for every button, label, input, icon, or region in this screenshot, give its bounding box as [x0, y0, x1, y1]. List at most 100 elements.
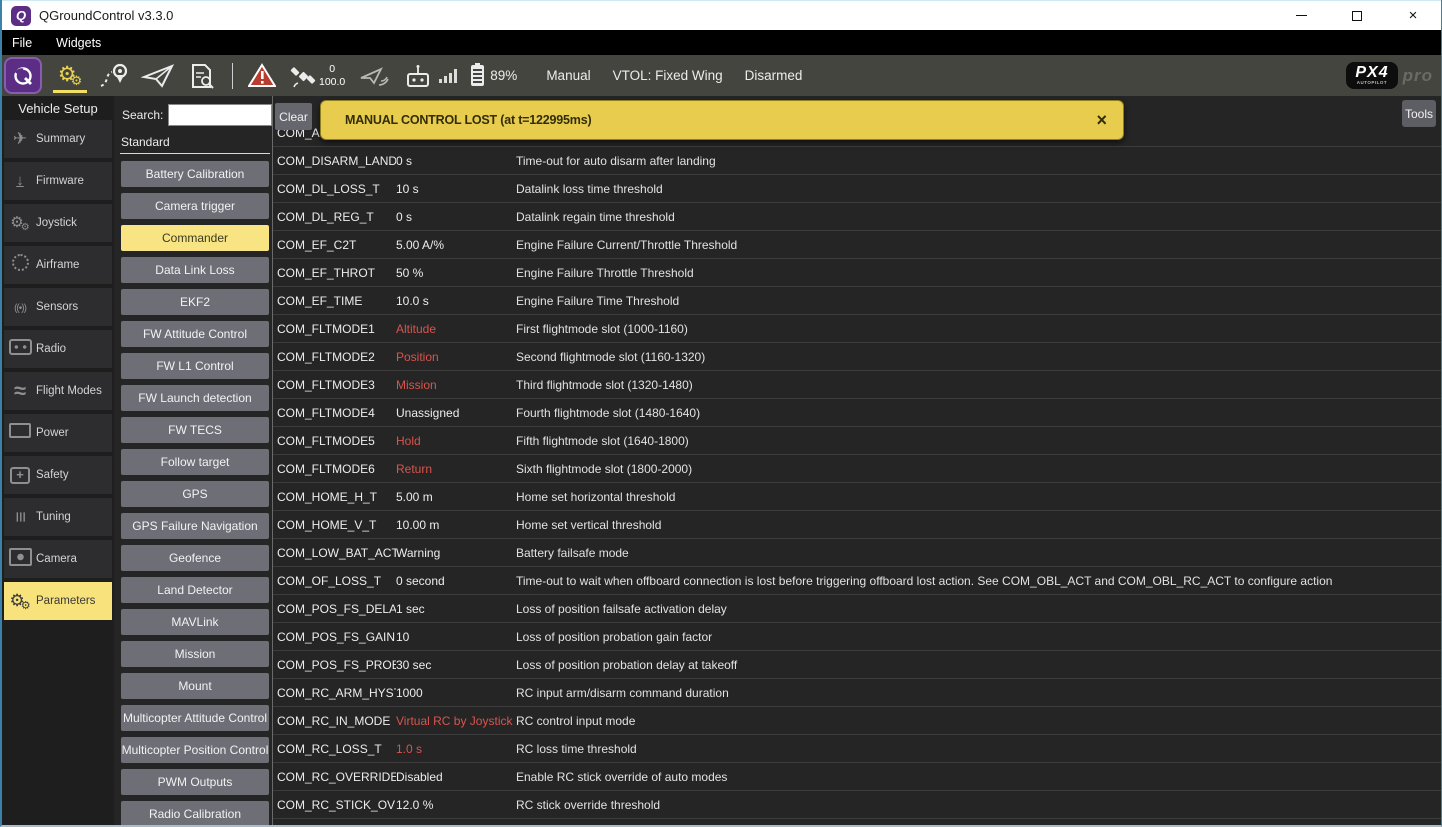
px4-brand: PX4 AUTOPILOT pro — [1346, 61, 1433, 90]
parameter-group-button[interactable]: GPS Failure Navigation — [121, 513, 269, 539]
plan-view-button[interactable] — [92, 55, 136, 96]
table-row[interactable]: COM_DISARM_LAND 0 s Time-out for auto di… — [273, 147, 1441, 175]
table-row[interactable]: COM_RC_STICK_OV 12.0 % RC stick override… — [273, 791, 1441, 819]
qgc-logo-icon — [14, 66, 32, 85]
param-description: Loss of position probation gain factor — [516, 629, 713, 644]
param-value: 1 sec — [396, 601, 425, 616]
menu-file[interactable]: File — [12, 36, 32, 50]
telemetry-rssi-indicator[interactable] — [359, 65, 391, 87]
sidebar-item[interactable]: Tuning — [4, 498, 112, 536]
paper-plane-icon — [141, 63, 175, 88]
rc-rssi-indicator[interactable] — [405, 64, 458, 88]
setup-view-button[interactable]: ⚙⚙ — [48, 55, 92, 96]
qgc-home-button[interactable] — [4, 57, 42, 94]
param-value: 1.0 s — [396, 741, 423, 756]
table-row[interactable]: COM_EF_C2T 5.00 A/% Engine Failure Curre… — [273, 231, 1441, 259]
sidebar-item[interactable]: Safety — [4, 456, 112, 494]
parameter-group-button[interactable]: Radio Calibration — [121, 801, 269, 825]
radio-icon — [4, 339, 36, 360]
search-input[interactable] — [168, 104, 273, 126]
clear-search-button[interactable]: Clear — [275, 103, 312, 130]
param-value: 10.00 m — [396, 517, 440, 532]
table-row[interactable]: COM_DL_LOSS_T 10 s Datalink loss time th… — [273, 175, 1441, 203]
param-value: Warning — [396, 545, 441, 560]
param-value: 1000 — [396, 685, 423, 700]
table-row[interactable]: COM_FLTMODE3 Mission Third flightmode sl… — [273, 371, 1441, 399]
param-description: Engine Failure Current/Throttle Threshol… — [516, 237, 738, 252]
table-row[interactable]: COM_RC_OVERRIDE Disabled Enable RC stick… — [273, 763, 1441, 791]
vtol-mode-indicator[interactable]: VTOL: Fixed Wing — [613, 68, 723, 83]
table-row[interactable]: COM_LOW_BAT_ACT Warning Battery failsafe… — [273, 539, 1441, 567]
param-value: 5.00 A/% — [396, 237, 445, 252]
param-value: 30 sec — [396, 657, 432, 672]
sidebar-item[interactable]: Flight Modes — [4, 372, 112, 410]
table-row[interactable]: COM_POS_FS_GAIN 10 Loss of position prob… — [273, 623, 1441, 651]
table-row[interactable]: COM_POS_FS_DELAY 1 sec Loss of position … — [273, 595, 1441, 623]
armed-state-indicator[interactable]: Disarmed — [745, 68, 803, 83]
parameter-group-button[interactable]: Battery Calibration — [121, 161, 269, 187]
param-value: Hold — [396, 433, 421, 448]
sidebar-item[interactable]: Firmware — [4, 162, 112, 200]
parameter-group-button[interactable]: PWM Outputs — [121, 769, 269, 795]
table-row[interactable]: COM_RC_ARM_HYST 1000 RC input arm/disarm… — [273, 679, 1441, 707]
sidebar-item[interactable]: Sensors — [4, 288, 112, 326]
flight-mode-indicator[interactable]: Manual — [546, 68, 590, 83]
tuning-icon — [4, 506, 36, 528]
sidebar-item[interactable]: Airframe — [4, 246, 112, 284]
table-row[interactable]: COM_EF_THROT 50 % Engine Failure Throttl… — [273, 259, 1441, 287]
param-value: 10 — [396, 629, 410, 644]
parameter-group-button[interactable]: MAVLink — [121, 609, 269, 635]
parameter-group-button[interactable]: Geofence — [121, 545, 269, 571]
table-row[interactable]: COM_RC_LOSS_T 1.0 s RC loss time thresho… — [273, 735, 1441, 763]
param-value: 0 second — [396, 573, 445, 588]
maximize-button[interactable] — [1329, 1, 1385, 30]
sidebar-item[interactable]: Joystick — [4, 204, 112, 242]
parameter-group-button[interactable]: Land Detector — [121, 577, 269, 603]
parameter-group-button[interactable]: GPS — [121, 481, 269, 507]
parameter-group-button[interactable]: Multicopter Attitude Control — [121, 705, 269, 731]
table-row[interactable]: COM_POS_FS_PROB 30 sec Loss of position … — [273, 651, 1441, 679]
param-description: Loss of position failsafe activation del… — [516, 601, 727, 616]
close-button[interactable]: × — [1385, 1, 1441, 30]
parameter-group-button[interactable]: Commander — [121, 225, 269, 251]
sidebar-item[interactable]: Radio — [4, 330, 112, 368]
parameter-group-button[interactable]: Camera trigger — [121, 193, 269, 219]
parameter-group-button[interactable]: Multicopter Position Control — [121, 737, 269, 763]
parameter-group-button[interactable]: Mount — [121, 673, 269, 699]
minimize-button[interactable] — [1273, 1, 1329, 30]
parameter-group-button[interactable]: Mission — [121, 641, 269, 667]
table-row[interactable]: COM_FLTMODE1 Altitude First flightmode s… — [273, 315, 1441, 343]
table-row[interactable]: COM_FLTMODE5 Hold Fifth flightmode slot … — [273, 427, 1441, 455]
banner-close-icon[interactable]: × — [1096, 111, 1107, 129]
table-row[interactable]: COM_OF_LOSS_T 0 second Time-out to wait … — [273, 567, 1441, 595]
rc-signal-bars-icon — [439, 68, 458, 83]
table-row[interactable]: COM_FLTMODE4 Unassigned Fourth flightmod… — [273, 399, 1441, 427]
table-row[interactable]: COM_FLTMODE2 Position Second flightmode … — [273, 343, 1441, 371]
parameter-group-button[interactable]: Follow target — [121, 449, 269, 475]
table-row[interactable]: COM_DL_REG_T 0 s Datalink regain time th… — [273, 203, 1441, 231]
table-row[interactable]: COM_HOME_H_T 5.00 m Home set horizontal … — [273, 483, 1441, 511]
parameter-group-button[interactable]: FW L1 Control — [121, 353, 269, 379]
table-row[interactable]: COM_RC_IN_MODE Virtual RC by Joystick RC… — [273, 707, 1441, 735]
fly-view-button[interactable] — [136, 55, 180, 96]
parameter-group-button[interactable]: FW TECS — [121, 417, 269, 443]
sidebar-item[interactable]: Summary — [4, 120, 112, 158]
table-row[interactable]: COM_EF_TIME 10.0 s Engine Failure Time T… — [273, 287, 1441, 315]
message-indicator[interactable] — [248, 63, 276, 88]
table-row[interactable]: COM_FLTMODE6 Return Sixth flightmode slo… — [273, 455, 1441, 483]
gps-indicator[interactable]: 0 100.0 — [290, 63, 345, 89]
param-value: 0 s — [396, 153, 413, 168]
parameter-group-button[interactable]: FW Launch detection — [121, 385, 269, 411]
battery-indicator[interactable]: 89% — [471, 63, 528, 86]
table-row[interactable]: COM_HOME_V_T 10.00 m Home set vertical t… — [273, 511, 1441, 539]
tools-button[interactable]: Tools — [1402, 100, 1436, 127]
analyze-view-button[interactable] — [180, 55, 224, 96]
sidebar-item[interactable]: Power — [4, 414, 112, 452]
param-description: Datalink regain time threshold — [516, 209, 675, 224]
sidebar-item[interactable]: Camera — [4, 540, 112, 578]
sidebar-item[interactable]: Parameters — [4, 582, 112, 620]
parameter-group-button[interactable]: Data Link Loss — [121, 257, 269, 283]
parameter-group-button[interactable]: FW Attitude Control — [121, 321, 269, 347]
parameter-group-button[interactable]: EKF2 — [121, 289, 269, 315]
menu-widgets[interactable]: Widgets — [56, 36, 101, 50]
